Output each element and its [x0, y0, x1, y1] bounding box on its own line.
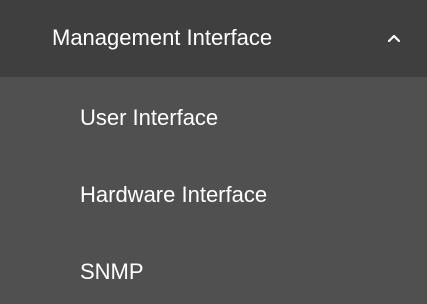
submenu-item-hardware-interface[interactable]: Hardware Interface	[0, 157, 427, 229]
chevron-up-icon	[386, 31, 402, 43]
management-interface-section-header[interactable]: Management Interface	[0, 0, 427, 77]
section-header-label: Management Interface	[52, 25, 273, 50]
submenu-item-label: SNMP	[80, 259, 144, 284]
submenu-item-label: User Interface	[80, 105, 219, 130]
submenu-item-user-interface[interactable]: User Interface	[0, 80, 427, 152]
submenu-item-label: Hardware Interface	[80, 182, 268, 207]
management-interface-submenu: User Interface Hardware Interface SNMP	[0, 77, 427, 304]
navigation-menu: Management Interface User Interface Hard…	[0, 0, 427, 304]
submenu-item-snmp[interactable]: SNMP	[0, 234, 427, 304]
